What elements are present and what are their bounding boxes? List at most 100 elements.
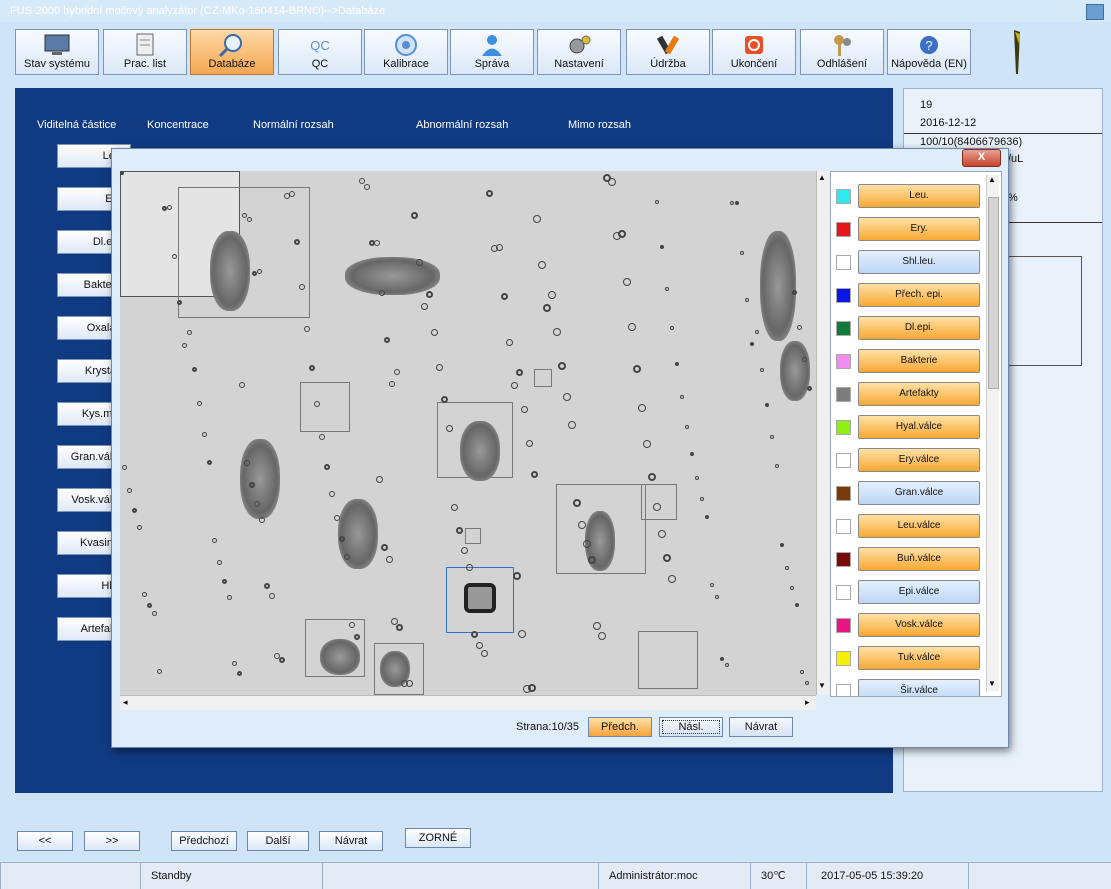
legend-class-button[interactable]: Ery.válce bbox=[858, 448, 980, 472]
legend-scroll-up-icon[interactable]: ▲ bbox=[988, 175, 996, 184]
particle-cell bbox=[653, 503, 661, 511]
header-concentration: Koncentrace bbox=[147, 119, 209, 131]
detection-box bbox=[300, 382, 350, 432]
toolbar-button-label: QC bbox=[311, 58, 329, 70]
particle-cell bbox=[750, 342, 754, 346]
legend-class-button[interactable]: Šir.válce bbox=[858, 679, 980, 696]
legend-class-button[interactable]: Bakterie bbox=[858, 349, 980, 373]
legend-class-button[interactable]: Shl.leu. bbox=[858, 250, 980, 274]
image-horizontal-scrollbar[interactable]: ◂ ▸ bbox=[120, 695, 816, 710]
legend-class-button[interactable]: Hyal.válce bbox=[858, 415, 980, 439]
particle-cell bbox=[792, 290, 797, 295]
legend-class-button[interactable]: Leu. bbox=[858, 184, 980, 208]
detection-box bbox=[465, 528, 481, 544]
toolbar-button-8[interactable]: Údržba bbox=[626, 29, 710, 75]
legend-class-button[interactable]: Vosk.válce bbox=[858, 613, 980, 637]
legend-class-button[interactable]: Dl.epi. bbox=[858, 316, 980, 340]
particle-cell bbox=[269, 593, 275, 599]
toolbar-button-2[interactable]: Prac. list bbox=[103, 29, 187, 75]
zorne-button[interactable]: ZORNÉ bbox=[405, 828, 471, 848]
legend-item: Buň.válce bbox=[831, 545, 991, 575]
particle-cell bbox=[304, 326, 310, 332]
legend-class-button[interactable]: Artefakty bbox=[858, 382, 980, 406]
next-button[interactable]: Další bbox=[247, 831, 309, 851]
legend-scroll-down-icon[interactable]: ▼ bbox=[988, 679, 996, 688]
particle-cell bbox=[284, 193, 290, 199]
particle-cell bbox=[613, 232, 621, 240]
close-button[interactable]: X bbox=[962, 149, 1001, 167]
particle-cell bbox=[486, 190, 493, 197]
scroll-down-icon[interactable]: ▼ bbox=[818, 681, 826, 690]
toolbar-button-11[interactable]: ? Nápověda (EN) bbox=[887, 29, 971, 75]
particle-cell bbox=[533, 215, 541, 223]
particle-cell bbox=[628, 323, 636, 331]
toolbar-button-9[interactable]: Ukončení bbox=[712, 29, 796, 75]
first-page-button[interactable]: << bbox=[17, 831, 73, 851]
toolbar-button-1[interactable]: Stav systému bbox=[15, 29, 99, 75]
qc-icon: QC bbox=[310, 38, 330, 53]
minimize-button[interactable] bbox=[1086, 4, 1104, 20]
toolbar-button-4[interactable]: QC QC bbox=[278, 29, 362, 75]
particle-cell bbox=[411, 212, 418, 219]
legend-color-swatch bbox=[836, 222, 851, 237]
toolbar-button-10[interactable]: Odhlášení bbox=[800, 29, 884, 75]
status-temperature: 30℃ bbox=[750, 863, 806, 889]
particle-cell bbox=[120, 171, 124, 175]
legend-item: Šir.válce bbox=[831, 677, 991, 696]
legend-class-button[interactable]: Ery. bbox=[858, 217, 980, 241]
last-page-button[interactable]: >> bbox=[84, 831, 140, 851]
particle-cell bbox=[730, 201, 734, 205]
target-icon bbox=[395, 34, 417, 56]
toolbar-button-7[interactable]: Nastavení bbox=[537, 29, 621, 75]
return-button[interactable]: Návrat bbox=[729, 717, 793, 737]
particle-cell bbox=[257, 269, 262, 274]
particle-cell bbox=[675, 362, 679, 366]
back-button[interactable]: Návrat bbox=[319, 831, 383, 851]
legend-class-button[interactable]: Buň.válce bbox=[858, 547, 980, 571]
particle-cell bbox=[369, 240, 375, 246]
legend-class-button[interactable]: Přech. epi. bbox=[858, 283, 980, 307]
particle-blob bbox=[210, 231, 250, 311]
particle-cell bbox=[349, 622, 355, 628]
legend-class-button[interactable]: Leu.válce bbox=[858, 514, 980, 538]
particle-cell bbox=[177, 300, 182, 305]
legend-color-swatch bbox=[836, 387, 851, 402]
legend-class-button[interactable]: Gran.válce bbox=[858, 481, 980, 505]
particle-cell bbox=[568, 421, 576, 429]
legend-color-swatch bbox=[836, 420, 851, 435]
next-image-button[interactable]: Násl. bbox=[659, 717, 723, 737]
particle-cell bbox=[386, 556, 393, 563]
legend-class-button[interactable]: Epi.válce bbox=[858, 580, 980, 604]
particle-cell bbox=[491, 245, 498, 252]
sample-id: 19 bbox=[920, 99, 933, 111]
scroll-right-icon[interactable]: ▸ bbox=[805, 697, 810, 708]
toolbar-button-6[interactable]: Správa bbox=[450, 29, 534, 75]
particle-cell bbox=[147, 603, 152, 608]
toolbar-button-5[interactable]: Kalibrace bbox=[364, 29, 448, 75]
image-vertical-scrollbar[interactable]: ▲ ▼ bbox=[816, 171, 829, 695]
legend-scroll-thumb[interactable] bbox=[988, 197, 999, 389]
particle-cell bbox=[354, 634, 360, 640]
legend-scrollbar[interactable]: ▲ ▼ bbox=[986, 175, 999, 691]
particle-cell bbox=[805, 681, 809, 685]
legend-color-swatch bbox=[836, 354, 851, 369]
previous-button[interactable]: Předchozí bbox=[171, 831, 237, 851]
legend-item: Tuk.válce bbox=[831, 644, 991, 674]
particle-cell bbox=[725, 663, 729, 667]
legend-item: Přech. epi. bbox=[831, 281, 991, 311]
scroll-up-icon[interactable]: ▲ bbox=[818, 173, 826, 182]
particle-cell bbox=[800, 670, 804, 674]
keys-icon bbox=[834, 35, 851, 56]
legend-class-button[interactable]: Tuk.válce bbox=[858, 646, 980, 670]
toolbar-button-3[interactable]: Databáze bbox=[190, 29, 274, 75]
toolbar-button-label: Databáze bbox=[208, 58, 256, 70]
toolbar-button-label: Nastavení bbox=[554, 58, 604, 70]
particle-cell bbox=[242, 213, 247, 218]
particle-cell bbox=[394, 369, 400, 375]
particle-cell bbox=[416, 259, 423, 266]
particle-cell bbox=[401, 680, 408, 687]
gears-icon bbox=[569, 35, 591, 54]
scroll-left-icon[interactable]: ◂ bbox=[123, 697, 128, 708]
previous-image-button[interactable]: Předch. bbox=[588, 717, 652, 737]
flag-icon bbox=[1014, 30, 1020, 74]
